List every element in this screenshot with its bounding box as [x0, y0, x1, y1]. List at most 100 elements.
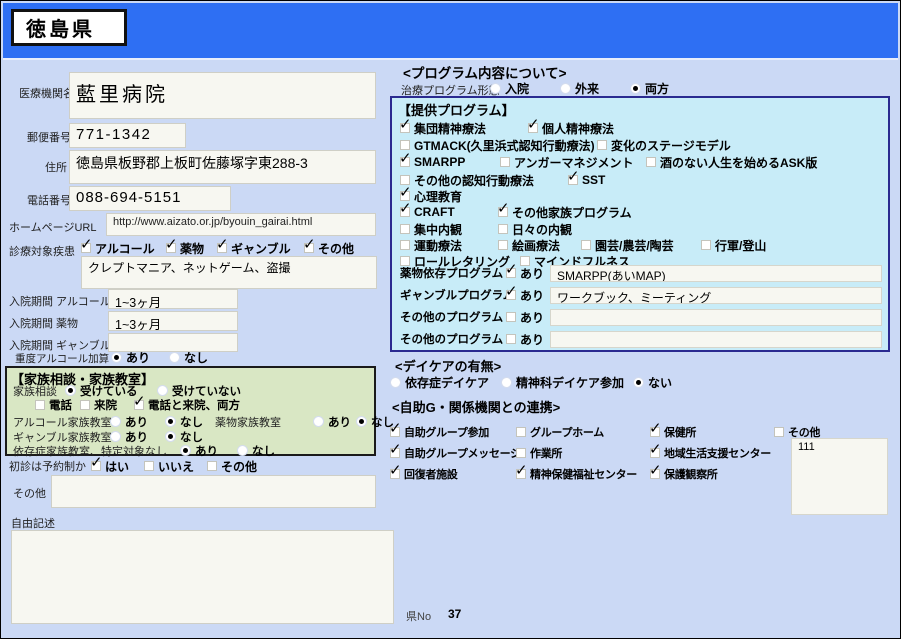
- checkbox-option[interactable]: 個人精神療法: [527, 115, 614, 137]
- checkbox-option[interactable]: 電話と来院、両方: [133, 392, 240, 413]
- checkbox-option[interactable]: SMARPP: [399, 149, 500, 169]
- checkbox-option[interactable]: あり: [506, 309, 550, 326]
- radio-option[interactable]: 両方: [630, 80, 669, 97]
- checkbox-option[interactable]: 園芸/農芸/陶芸: [581, 237, 701, 254]
- disease-other-input[interactable]: クレプトマニア、ネットゲーム、盗撮: [81, 256, 377, 289]
- program-value-input[interactable]: [550, 308, 882, 326]
- checkbox-option[interactable]: はい: [90, 453, 144, 475]
- program-value-input[interactable]: ワークブック、ミーティング: [550, 286, 882, 304]
- radio-icon: [111, 351, 122, 363]
- address-input[interactable]: 徳島県板野郡上板町佐藤塚字東288-3: [69, 150, 376, 184]
- radio-option[interactable]: 入院: [490, 80, 560, 97]
- checkbox-option[interactable]: グループホーム: [516, 424, 650, 440]
- checkbox-option[interactable]: 酒のない人生を始めるASK版: [646, 154, 817, 171]
- checkbox-option[interactable]: 行軍/登山: [701, 237, 766, 254]
- program-value-input[interactable]: SMARPP(あいMAP): [550, 264, 882, 282]
- severe-alcohol-label: 重度アルコール加算: [15, 353, 110, 365]
- checkbox-option[interactable]: 集団精神療法: [399, 115, 528, 137]
- family-class-row-1: アルコール家族教室 あり なし 薬物家族教室 あり なし: [13, 414, 394, 430]
- disease-options-group: アルコール 薬物 ギャンブル その他: [80, 235, 354, 257]
- checkbox-option[interactable]: 作業所: [516, 445, 650, 461]
- checkbox-option[interactable]: ギャンブル: [216, 235, 304, 257]
- checkbox-option[interactable]: 自助グループ参加: [389, 419, 516, 440]
- renkei-title: <自助G・関係機関との連携>: [392, 400, 561, 415]
- checkbox-option[interactable]: その他: [207, 458, 257, 475]
- checkbox-option[interactable]: あり: [505, 282, 550, 304]
- checkbox-option[interactable]: 地域生活支援センター: [649, 440, 774, 461]
- phone-input[interactable]: 088-694-5151: [69, 186, 231, 211]
- checkbox-icon: [90, 453, 103, 471]
- renkei-row-2: 自助グループメッセージ 作業所 地域生活支援センター: [389, 440, 774, 461]
- checkbox-option[interactable]: 回復者施設: [389, 461, 516, 482]
- radio-option[interactable]: なし: [169, 349, 208, 366]
- program-value-input[interactable]: [550, 330, 882, 348]
- stay-drug-input[interactable]: 1~3ヶ月: [108, 311, 238, 331]
- radio-option[interactable]: あり: [111, 349, 169, 366]
- program-grid-row: 集団精神療法 個人精神療法: [399, 115, 884, 137]
- checkbox-option[interactable]: 自助グループメッセージ: [389, 440, 521, 461]
- checkbox-option[interactable]: 日々の内観: [498, 221, 572, 238]
- checkbox-option[interactable]: 電話: [35, 397, 80, 413]
- free-text-area[interactable]: [11, 530, 394, 624]
- checkbox-option[interactable]: 精神保健福祉センター: [515, 461, 650, 482]
- checkbox-option[interactable]: CRAFT: [399, 199, 498, 219]
- checkbox-option[interactable]: 集中内観: [400, 221, 498, 238]
- option-label: その他の認知行動療法: [414, 173, 535, 188]
- option-label: 回復者施設: [404, 469, 458, 481]
- radio-option[interactable]: あり: [313, 414, 356, 430]
- checkbox-option[interactable]: 変化のステージモデル: [597, 137, 731, 154]
- option-label: 精神科デイケア参加: [516, 375, 625, 390]
- option-label: 変化のステージモデル: [611, 138, 731, 153]
- radio-option[interactable]: 外来: [560, 80, 630, 97]
- radio-option[interactable]: あり: [110, 414, 165, 430]
- checkbox-option[interactable]: いいえ: [144, 458, 207, 475]
- checkbox-icon: [515, 461, 528, 479]
- option-label: 電話: [49, 399, 72, 412]
- other-field-input[interactable]: [51, 475, 376, 508]
- checkbox-option[interactable]: その他家族プログラム: [497, 199, 632, 221]
- checkbox-option[interactable]: 保護観察所: [649, 461, 774, 482]
- checkbox-option[interactable]: 運動療法: [400, 237, 498, 254]
- radio-option[interactable]: 依存症デイケア: [390, 374, 501, 391]
- checkbox-option[interactable]: あり: [505, 260, 550, 282]
- checkbox-icon: [581, 240, 591, 250]
- radio-icon: [630, 82, 641, 94]
- homepage-url-input[interactable]: http://www.aizato.or.jp/byouin_gairai.ht…: [106, 213, 376, 236]
- checkbox-icon: [389, 440, 402, 458]
- stay-drug-label: 入院期間 薬物: [9, 318, 79, 330]
- checkbox-option[interactable]: 薬物: [165, 235, 217, 257]
- option-label: あり: [520, 310, 545, 325]
- postal-code-input[interactable]: 771-1342: [69, 123, 186, 148]
- checkbox-option[interactable]: その他: [303, 235, 354, 257]
- option-label: 日々の内観: [512, 222, 573, 237]
- checkbox-option[interactable]: あり: [506, 331, 550, 348]
- checkbox-icon: [567, 167, 580, 185]
- radio-icon: [169, 351, 180, 363]
- radio-option[interactable]: なし: [237, 443, 275, 459]
- alcohol-class-label: アルコール家族教室: [13, 416, 112, 429]
- radio-option[interactable]: 精神科デイケア参加: [501, 374, 633, 391]
- program-row-label: その他のプログラム: [400, 334, 504, 346]
- radio-icon: [490, 82, 501, 94]
- daycare-options: 依存症デイケア 精神科デイケア参加 ない: [390, 374, 672, 390]
- option-label: その他家族プログラム: [512, 205, 632, 220]
- checkbox-option[interactable]: その他の認知行動療法: [400, 172, 568, 189]
- radio-option[interactable]: あり: [180, 443, 237, 459]
- checkbox-icon: [701, 240, 711, 250]
- checkbox-option[interactable]: 来院: [80, 397, 134, 413]
- checkbox-option[interactable]: GTMACK(久里浜式認知行動療法): [400, 137, 597, 154]
- program-row: その他のプログラム あり: [400, 328, 882, 350]
- radio-option[interactable]: ない: [633, 374, 672, 391]
- renkei-other-textarea[interactable]: 111: [791, 438, 888, 515]
- checkbox-icon: [144, 461, 154, 471]
- radio-option[interactable]: なし: [165, 414, 209, 430]
- option-label: 集団精神療法: [414, 121, 487, 136]
- checkbox-option[interactable]: アルコール: [80, 235, 166, 257]
- checkbox-option[interactable]: 保健所: [649, 419, 774, 440]
- checkbox-option[interactable]: SST: [567, 167, 605, 187]
- stay-alcohol-input[interactable]: 1~3ヶ月: [108, 289, 238, 309]
- option-label: 入院: [505, 81, 530, 96]
- checkbox-option[interactable]: 絵画療法: [498, 237, 581, 254]
- disease-label: 診療対象疾患: [9, 246, 75, 258]
- facility-name-input[interactable]: 藍里病院: [69, 72, 376, 119]
